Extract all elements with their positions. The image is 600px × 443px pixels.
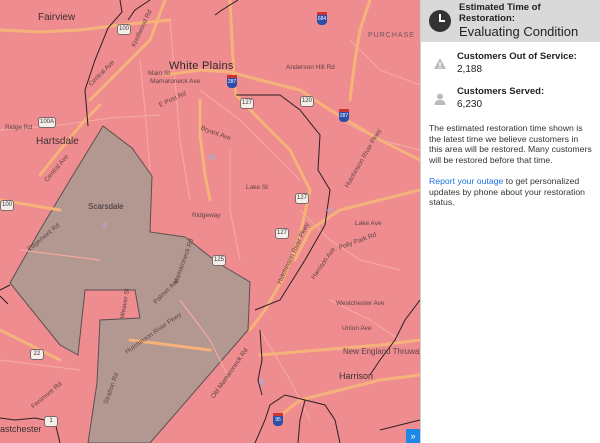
- route-22-shield: 22: [30, 349, 44, 360]
- road-ridgeway: Ridgeway: [192, 212, 221, 219]
- road-union-ave: Union Ave: [342, 325, 372, 332]
- outage-info-panel: Estimated Time of Restoration: Evaluatin…: [420, 0, 600, 443]
- interstate-287-shield-b: 287: [339, 109, 349, 122]
- road-main-st: Main St: [148, 70, 171, 77]
- report-outage-link[interactable]: Report your outage: [429, 176, 503, 186]
- route-1-shield: 1: [44, 416, 58, 427]
- route-100-shield: 100: [117, 24, 131, 35]
- customers-served-stat: Customers Served: 6,230: [421, 86, 600, 112]
- outage-map[interactable]: Fairview White Plains Hartsdale Scarsdal…: [0, 0, 420, 443]
- customers-served-title: Customers Served:: [457, 86, 545, 97]
- road-lake-st: Lake St: [246, 184, 269, 191]
- restoration-title: Estimated Time of Restoration:: [459, 2, 541, 24]
- report-outage-text: Report your outage to get personalized u…: [421, 176, 600, 208]
- place-harrison: Harrison: [339, 371, 374, 381]
- route-127-shield-b: 127: [295, 193, 309, 204]
- customers-out-value: 2,188: [457, 64, 483, 75]
- route-120-shield: 120: [300, 96, 314, 107]
- route-127-shield-a: 127: [240, 98, 254, 109]
- route-100-left-shield: 100: [0, 200, 14, 211]
- route-100a-shield: 100A: [38, 117, 56, 128]
- restoration-value: Evaluating Condition: [459, 24, 579, 39]
- place-fairview: Fairview: [38, 12, 76, 23]
- road-westchester-ave: Westchester Ave: [336, 300, 385, 307]
- warning-icon: [434, 58, 446, 69]
- interstate-95-shield: 95: [273, 413, 283, 426]
- clock-icon: [429, 10, 451, 32]
- interstate-287-shield-a: 287: [227, 75, 237, 88]
- place-white-plains: White Plains: [169, 60, 234, 72]
- restoration-header: Estimated Time of Restoration: Evaluatin…: [421, 0, 600, 42]
- road-anderson-hill-rd: Anderson Hill Rd: [286, 64, 335, 71]
- place-purchase: PURCHASE: [368, 32, 415, 39]
- place-hartsdale: Hartsdale: [36, 136, 79, 147]
- customers-served-value: 6,230: [457, 99, 483, 110]
- route-125-shield: 125: [212, 255, 226, 266]
- road-lake-ave: Lake Ave: [355, 220, 382, 227]
- place-scarsdale: Scarsdale: [88, 202, 124, 211]
- road-ridge-rd: Ridge Rd: [5, 124, 33, 131]
- restoration-disclaimer: The estimated restoration time shown is …: [429, 123, 592, 165]
- road-new-england-thruway: New England Thruway: [343, 347, 420, 356]
- road-mamaroneck-ave: Mamaroneck Ave: [150, 78, 201, 85]
- interstate-684-shield: 684: [317, 12, 327, 25]
- route-127-shield-c: 127: [275, 228, 289, 239]
- customers-out-stat: Customers Out of Service: 2,188: [421, 51, 600, 77]
- person-icon: [434, 93, 446, 105]
- expand-panel-button[interactable]: »: [406, 429, 420, 443]
- place-eastchester: astchester: [0, 424, 42, 434]
- customers-out-title: Customers Out of Service:: [457, 51, 577, 62]
